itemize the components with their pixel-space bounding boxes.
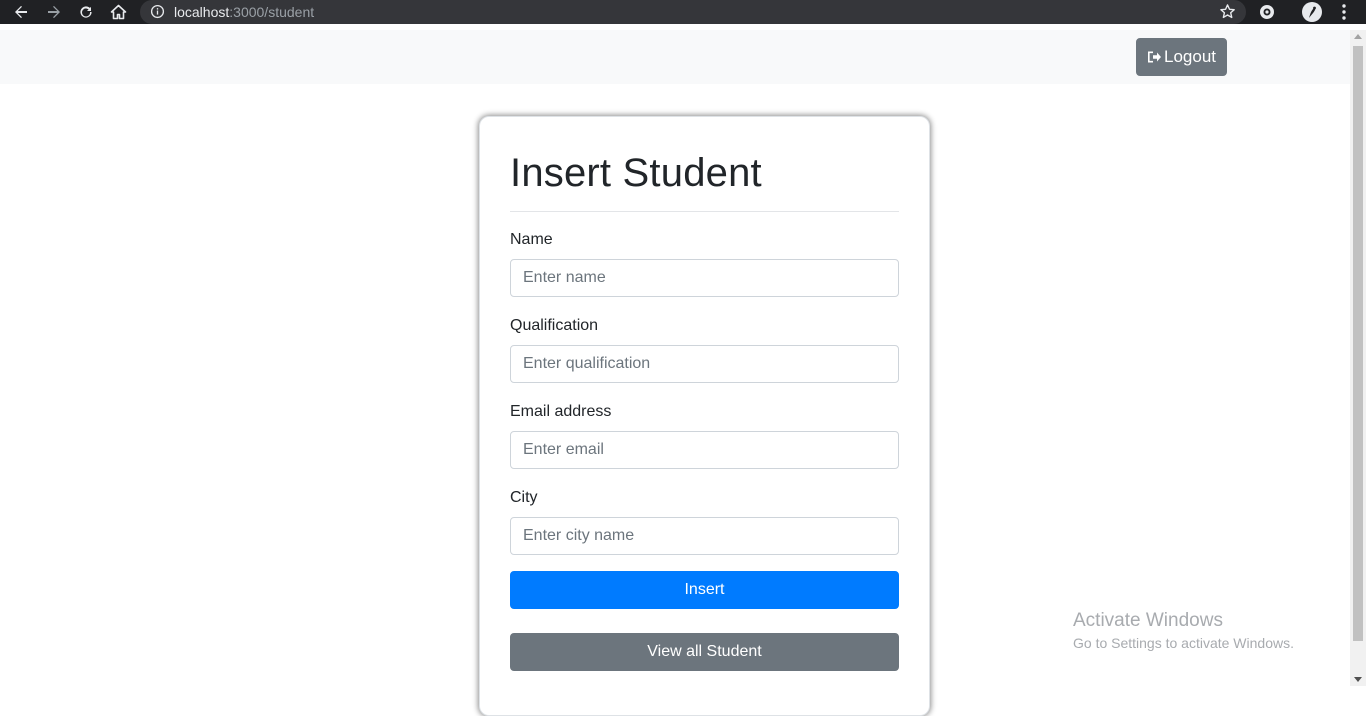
sign-out-icon xyxy=(1147,50,1162,64)
reload-icon[interactable] xyxy=(75,1,97,23)
page-title: Insert Student xyxy=(510,151,762,195)
menu-dots-icon[interactable] xyxy=(1337,1,1351,23)
email-input[interactable] xyxy=(510,431,899,469)
qualification-input[interactable] xyxy=(510,345,899,383)
extension-icon[interactable] xyxy=(1258,1,1276,23)
name-input[interactable] xyxy=(510,259,899,297)
browser-toolbar: localhost:3000/student xyxy=(0,0,1366,24)
name-label: Name xyxy=(510,231,553,248)
email-label: Email address xyxy=(510,403,612,420)
back-arrow-icon[interactable] xyxy=(10,1,32,23)
view-all-student-button[interactable]: View all Student xyxy=(510,633,899,671)
vertical-scrollbar[interactable] xyxy=(1350,30,1366,686)
watermark-title: Activate Windows xyxy=(1073,610,1223,631)
qualification-label: Qualification xyxy=(510,317,599,334)
activate-windows-watermark: Activate Windows Go to Settings to activ… xyxy=(1073,610,1294,653)
top-navbar: Logout xyxy=(0,30,1350,84)
profile-icon[interactable] xyxy=(1301,1,1323,23)
home-icon[interactable] xyxy=(107,1,129,23)
url-text: localhost:3000/student xyxy=(174,4,314,20)
forward-arrow-icon[interactable] xyxy=(43,1,65,23)
scroll-up-arrow-icon[interactable] xyxy=(1354,34,1362,39)
address-bar[interactable]: localhost:3000/student xyxy=(140,0,1246,24)
insert-student-card: Insert Student Name Qualification Email … xyxy=(479,116,930,716)
watermark-subtitle: Go to Settings to activate Windows. xyxy=(1073,635,1294,651)
city-label: City xyxy=(510,489,538,506)
scroll-down-arrow-icon[interactable] xyxy=(1354,677,1362,682)
title-divider xyxy=(510,211,899,212)
star-icon[interactable] xyxy=(1219,3,1236,20)
scrollbar-thumb[interactable] xyxy=(1353,46,1363,641)
url-host: localhost xyxy=(174,4,230,20)
url-path: :3000/student xyxy=(229,4,315,20)
city-input[interactable] xyxy=(510,517,899,555)
logout-label: Logout xyxy=(1164,47,1216,66)
info-icon[interactable] xyxy=(150,4,165,19)
insert-button[interactable]: Insert xyxy=(510,571,899,609)
page-body: Logout Insert Student Name Qualification… xyxy=(0,30,1350,716)
logout-button[interactable]: Logout xyxy=(1136,38,1227,76)
